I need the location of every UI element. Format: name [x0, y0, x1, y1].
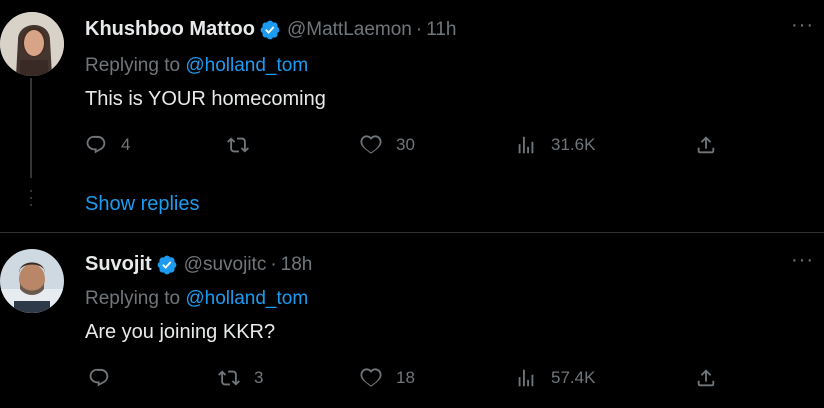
- reply-button[interactable]: 4: [85, 134, 130, 156]
- tweet-header: Suvojit @suvojitc · 18h: [85, 253, 312, 276]
- like-icon: [360, 367, 382, 389]
- reply-button[interactable]: [88, 367, 124, 389]
- view-count: 57.4K: [551, 368, 596, 387]
- separator-dot: ·: [415, 18, 423, 40]
- like-count: 18: [396, 368, 415, 387]
- retweet-button[interactable]: [227, 134, 263, 156]
- replying-prefix: Replying to: [85, 288, 186, 309]
- tweet-text: This is YOUR homecoming: [85, 88, 326, 110]
- verified-badge-icon: [259, 19, 281, 41]
- views-button[interactable]: 31.6K: [515, 134, 595, 156]
- retweet-count: 3: [254, 368, 264, 387]
- replying-to: Replying to @holland_tom: [85, 55, 308, 77]
- action-bar: 4 30 31.6K: [85, 134, 725, 164]
- views-icon: [515, 134, 537, 156]
- username[interactable]: @suvojitc: [184, 254, 267, 276]
- reply-icon: [88, 367, 110, 389]
- avatar[interactable]: [0, 249, 64, 313]
- username[interactable]: @MattLaemon: [287, 19, 412, 41]
- retweet-button[interactable]: 3: [218, 367, 263, 389]
- retweet-icon: [227, 134, 249, 156]
- more-icon[interactable]: ···: [791, 14, 814, 37]
- replying-to-link[interactable]: @holland_tom: [185, 288, 308, 309]
- tweet-text: Are you joining KKR?: [85, 321, 276, 343]
- reply-count: 4: [121, 135, 131, 154]
- view-count: 31.6K: [551, 135, 596, 154]
- timestamp[interactable]: 18h: [281, 254, 313, 276]
- share-icon: [695, 134, 717, 156]
- tweet-header: Khushboo Mattoo @MattLaemon · 11h: [85, 18, 457, 41]
- like-icon: [360, 134, 382, 156]
- replying-to-link[interactable]: @holland_tom: [185, 55, 308, 76]
- replying-to: Replying to @holland_tom: [85, 288, 308, 310]
- share-icon: [695, 367, 717, 389]
- share-button[interactable]: [695, 367, 717, 389]
- retweet-icon: [218, 367, 240, 389]
- action-bar: 3 18 57.4K: [85, 367, 725, 397]
- timestamp[interactable]: 11h: [426, 19, 456, 41]
- separator-dot: ·: [270, 253, 277, 275]
- thread-dots: [30, 190, 32, 211]
- tweet[interactable]: Suvojit @suvojitc · 18h ··· Replying to …: [0, 233, 824, 408]
- verified-badge-icon: [156, 254, 178, 276]
- views-icon: [515, 367, 537, 389]
- tweet[interactable]: Khushboo Mattoo @MattLaemon · 11h ··· Re…: [0, 0, 824, 232]
- views-button[interactable]: 57.4K: [515, 367, 595, 389]
- display-name[interactable]: Khushboo Mattoo: [85, 18, 255, 41]
- like-button[interactable]: 18: [360, 367, 415, 389]
- avatar[interactable]: [0, 12, 64, 76]
- like-count: 30: [396, 135, 415, 154]
- replying-prefix: Replying to: [85, 55, 186, 76]
- display-name[interactable]: Suvojit: [85, 253, 152, 276]
- thread-line: [30, 78, 32, 178]
- share-button[interactable]: [695, 134, 717, 156]
- show-replies-link[interactable]: Show replies: [85, 193, 200, 216]
- reply-icon: [85, 134, 107, 156]
- more-icon[interactable]: ···: [791, 249, 814, 272]
- like-button[interactable]: 30: [360, 134, 415, 156]
